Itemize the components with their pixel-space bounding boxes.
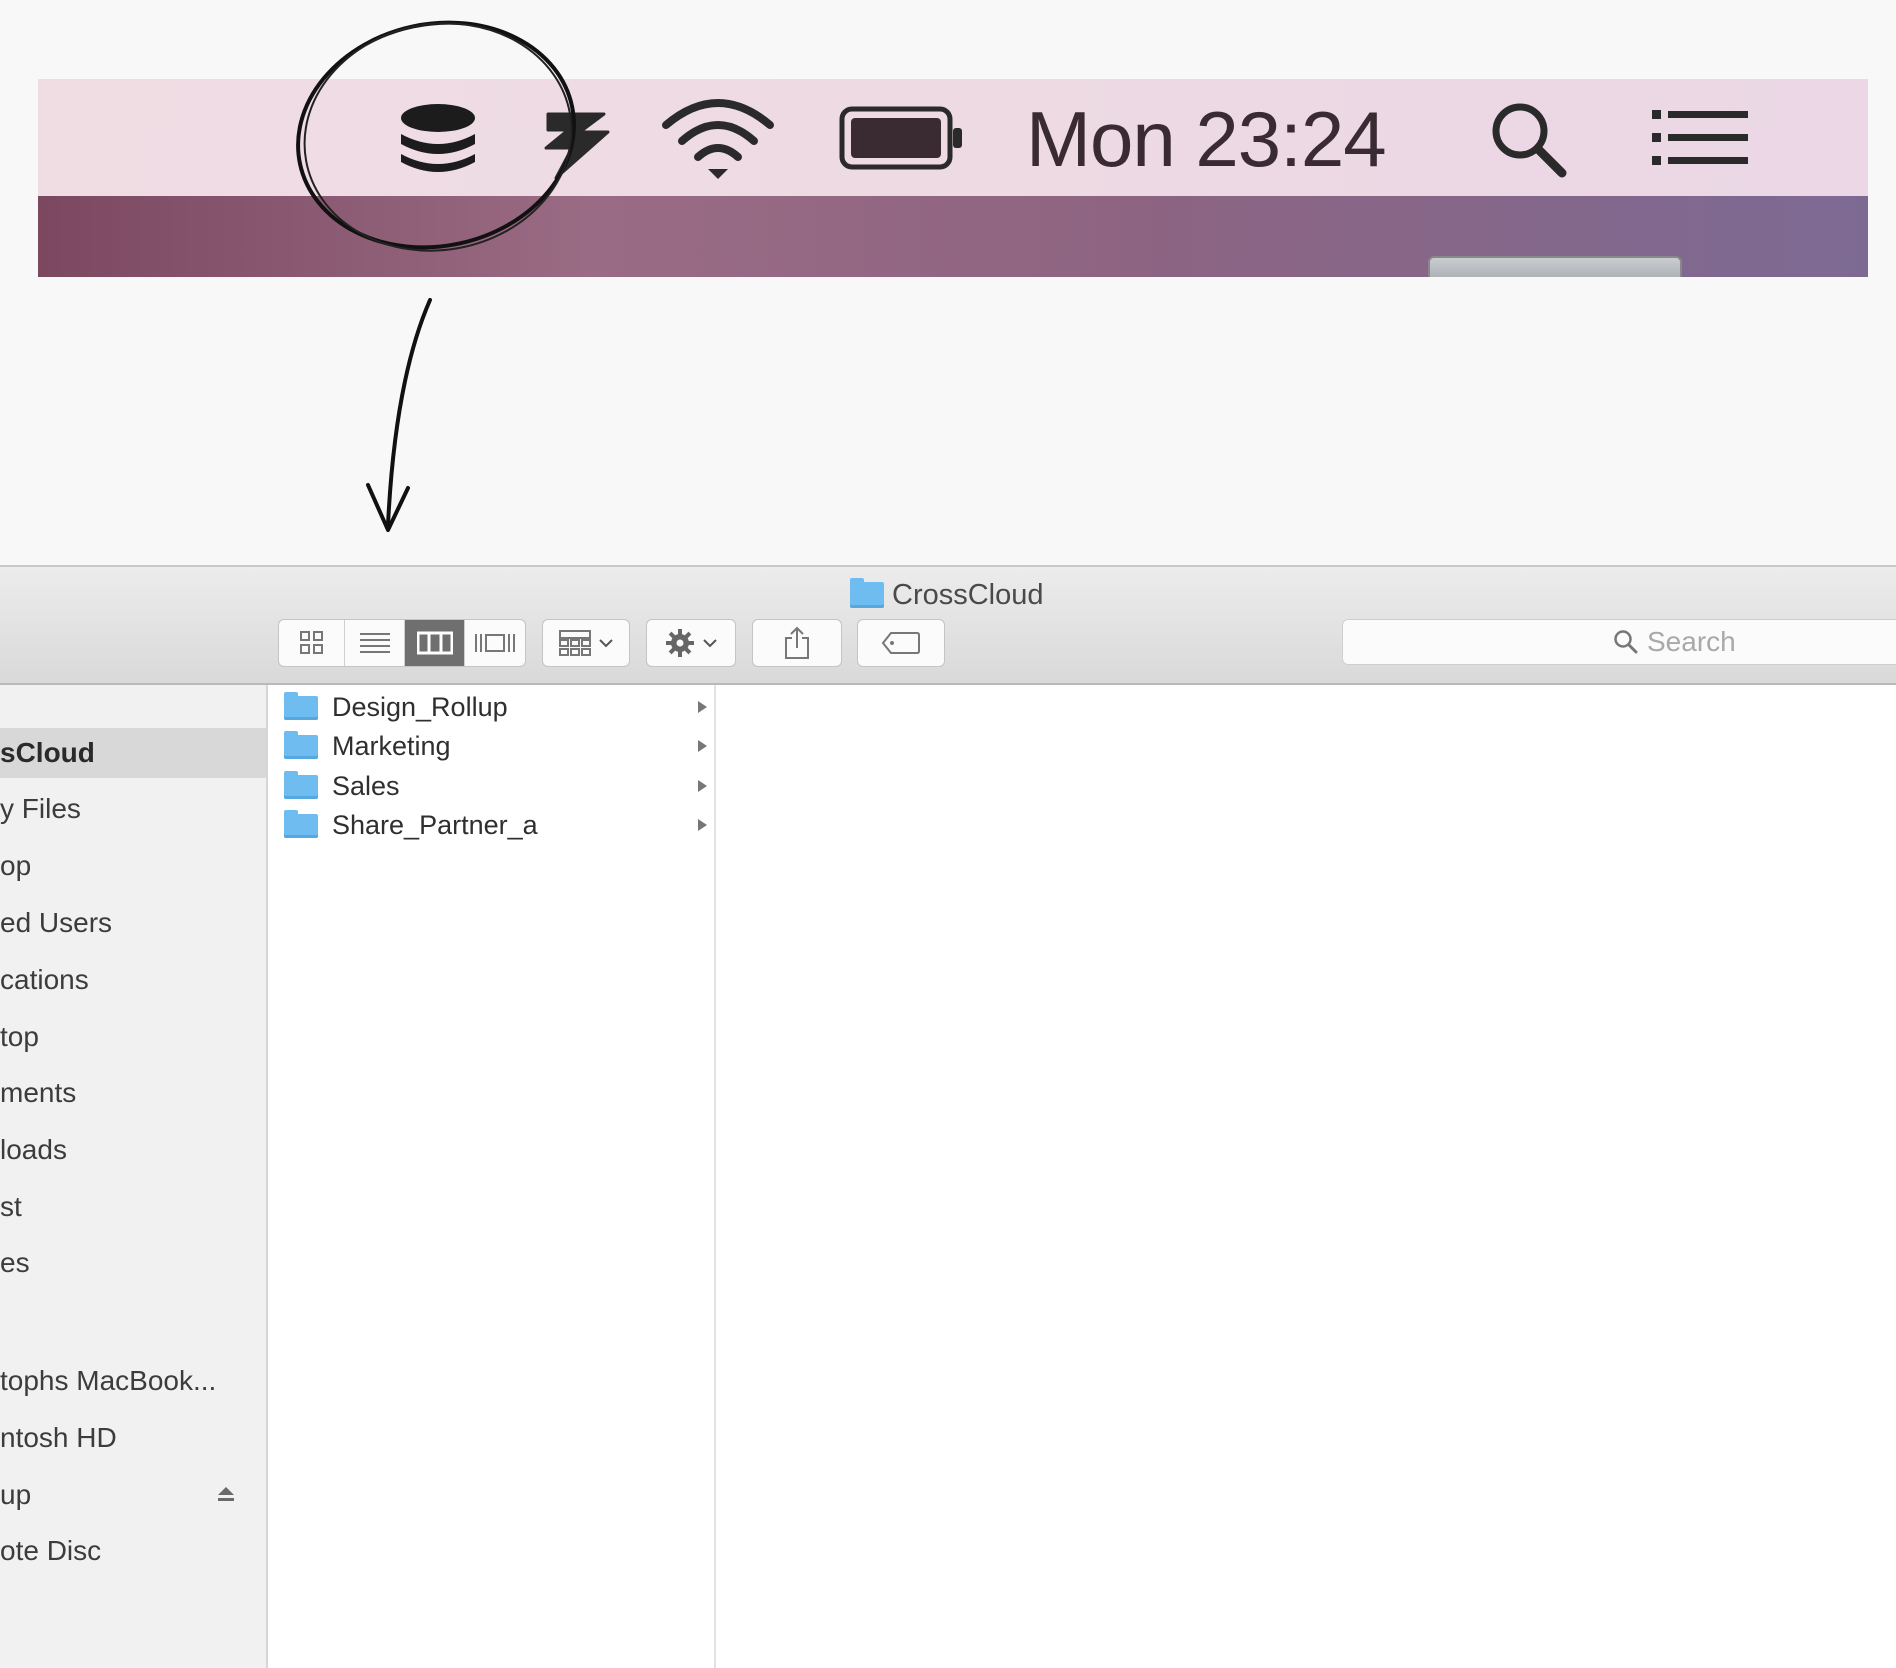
sidebar-item-label: op	[0, 850, 32, 881]
sidebar-item-label: st	[0, 1191, 22, 1222]
sidebar-item-crosscloud[interactable]: sCloud	[0, 728, 266, 778]
sidebar-item-label: ote Disc	[0, 1535, 102, 1566]
disclosure-arrow-icon	[698, 780, 707, 792]
folder-name: Sales	[332, 771, 400, 801]
sidebar-item-label: cations	[0, 964, 89, 995]
disclosure-arrow-icon	[698, 740, 707, 752]
finder-window: CrossCloud Search sCloud y Files op ed U…	[0, 565, 1896, 1668]
disclosure-arrow-icon	[698, 701, 707, 713]
column-view-button[interactable]	[405, 620, 465, 666]
arrange-grid-icon	[559, 630, 591, 656]
finder-titlebar: CrossCloud Search	[0, 565, 1896, 685]
eject-icon[interactable]	[216, 1484, 236, 1504]
sidebar-item-shared-users[interactable]: ed Users	[0, 898, 266, 948]
sidebar-item-pictures[interactable]: es	[0, 1238, 266, 1288]
chevron-down-icon	[599, 639, 613, 648]
action-menu[interactable]	[647, 620, 735, 666]
share-icon	[785, 626, 809, 659]
disclosure-arrow-icon	[698, 819, 707, 831]
browser-column-2[interactable]	[716, 685, 1896, 1668]
browser-column-1: Design_Rollup Marketing Sales Share_Part…	[270, 685, 716, 1668]
sidebar-item-applications[interactable]: cations	[0, 955, 266, 1005]
sidebar-item-label: ed Users	[0, 907, 113, 938]
folder-icon	[284, 809, 318, 838]
arrange-menu[interactable]	[543, 620, 629, 666]
search-icon	[1614, 630, 1638, 654]
arrange-button[interactable]	[542, 619, 630, 667]
gear-icon	[666, 629, 694, 657]
folder-name: Share_Partner_a	[332, 810, 538, 840]
sidebar-item-documents[interactable]: ments	[0, 1068, 266, 1118]
folder-name: Design_Rollup	[332, 692, 508, 722]
icon-view-button[interactable]	[279, 620, 345, 666]
desktop-wallpaper	[38, 196, 1868, 277]
list-item[interactable]: Share_Partner_a	[270, 806, 714, 845]
columns-icon	[416, 631, 453, 655]
sidebar-device-remote-disc[interactable]: ote Disc	[0, 1526, 266, 1576]
sidebar-device-macintosh-hd[interactable]: ntosh HD	[0, 1413, 266, 1463]
sidebar-item-my-files[interactable]: y Files	[0, 784, 266, 834]
folder-name: Marketing	[332, 731, 451, 761]
sidebar-item-list[interactable]: st	[0, 1182, 266, 1232]
list-item[interactable]: Marketing	[270, 727, 714, 766]
sidebar-item-label: sCloud	[0, 737, 95, 768]
list-item[interactable]: Sales	[270, 767, 714, 806]
cover-flow-view-button[interactable]	[465, 620, 525, 666]
crosscloud-database-icon[interactable]	[393, 95, 483, 185]
sidebar-item-label: es	[0, 1247, 30, 1278]
search-field[interactable]: Search	[1342, 619, 1896, 665]
sidebar-item-dropbox[interactable]: op	[0, 841, 266, 891]
icon-grid-icon	[299, 631, 323, 654]
sidebar-device-macbook[interactable]: tophs MacBook...	[0, 1356, 266, 1406]
menubar-strip: Mon 23:24	[38, 79, 1868, 277]
action-button[interactable]	[646, 619, 736, 667]
battery-icon[interactable]	[838, 105, 966, 171]
tag-icon	[881, 632, 920, 654]
window-title: CrossCloud	[850, 575, 1044, 615]
view-mode-control	[278, 619, 526, 667]
bolt-app-icon[interactable]	[533, 97, 623, 187]
sidebar-item-desktop[interactable]: top	[0, 1012, 266, 1062]
window-title-text: CrossCloud	[892, 578, 1044, 611]
chevron-down-icon	[703, 639, 717, 648]
finder-sidebar: sCloud y Files op ed Users cations top m…	[0, 685, 268, 1668]
annotation-arrow	[386, 298, 432, 527]
tags-button[interactable]	[857, 619, 945, 667]
sidebar-item-label: ntosh HD	[0, 1422, 117, 1453]
sidebar-item-label: top	[0, 1021, 39, 1052]
sidebar-item-label: up	[0, 1479, 32, 1510]
notification-center-icon[interactable]	[1648, 105, 1752, 169]
list-lines-icon	[359, 633, 390, 653]
folder-icon	[284, 691, 318, 720]
tags-action[interactable]	[858, 620, 944, 666]
sidebar-item-label: ments	[0, 1077, 77, 1108]
search-placeholder: Search	[1647, 626, 1736, 657]
drive-icon[interactable]	[1428, 256, 1682, 277]
sidebar-item-label: y Files	[0, 793, 81, 824]
folder-icon	[284, 730, 318, 759]
folder-icon	[284, 770, 318, 799]
sidebar-item-downloads[interactable]: loads	[0, 1125, 266, 1175]
list-view-button[interactable]	[345, 620, 405, 666]
list-item[interactable]: Design_Rollup	[270, 688, 714, 727]
folder-icon	[850, 578, 884, 608]
spotlight-search-icon[interactable]	[1486, 97, 1570, 181]
menubar-clock[interactable]: Mon 23:24	[1026, 99, 1387, 179]
sidebar-item-label: tophs MacBook...	[0, 1365, 217, 1396]
cover-flow-icon	[475, 634, 515, 652]
share-action[interactable]	[753, 620, 841, 666]
sidebar-device-backup[interactable]: up	[0, 1470, 266, 1520]
menubar: Mon 23:24	[38, 79, 1868, 196]
sidebar-item-label: loads	[0, 1134, 67, 1165]
wifi-icon[interactable]	[660, 93, 776, 183]
share-button[interactable]	[752, 619, 842, 667]
